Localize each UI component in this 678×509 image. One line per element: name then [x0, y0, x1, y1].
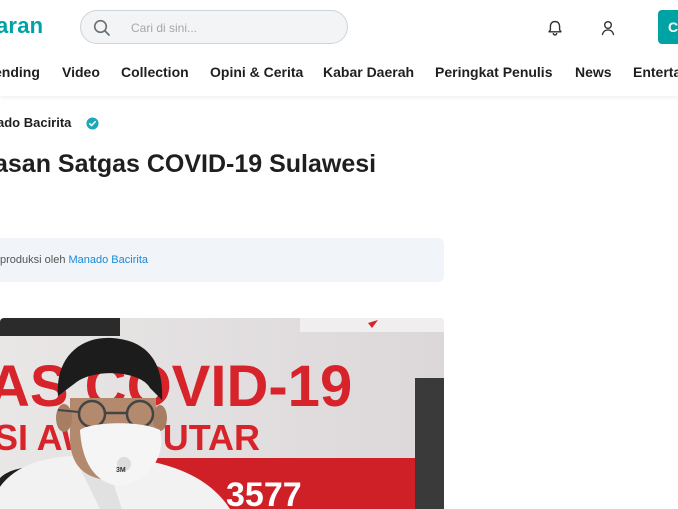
nav-item-trending[interactable]: ending: [0, 64, 40, 80]
search-bar[interactable]: [80, 10, 348, 44]
nav-item-opini-cerita[interactable]: Opini & Cerita: [210, 64, 303, 80]
nav-item-kabar-daerah[interactable]: Kabar Daerah: [323, 64, 414, 80]
verified-badge-icon: [86, 117, 99, 130]
bell-icon[interactable]: [545, 18, 565, 38]
article-title: asan Satgas COVID-19 Sulawesi: [0, 150, 377, 178]
nav-item-peringkat-penulis[interactable]: Peringkat Penulis: [435, 64, 552, 80]
site-header: aran C ending Video Collection Opini & C…: [0, 0, 678, 96]
content-info-box: produksi oleh Manado Bacirita: [0, 238, 444, 282]
search-input[interactable]: [129, 17, 333, 39]
content-info-text: produksi oleh Manado Bacirita: [0, 254, 148, 266]
nav-item-collection[interactable]: Collection: [121, 64, 189, 80]
create-button[interactable]: C: [658, 10, 678, 44]
article-photo-image: AS COVID-19 SI AWESI UTAR 3577 3M: [0, 318, 444, 509]
info-prefix: produksi oleh: [0, 254, 66, 266]
banner-number: 3577: [226, 476, 302, 509]
search-icon[interactable]: [92, 18, 112, 38]
info-author-link[interactable]: Manado Bacirita: [69, 254, 149, 266]
author-name[interactable]: ado Bacirita: [0, 115, 71, 130]
site-logo[interactable]: aran: [0, 13, 43, 39]
nav-item-news[interactable]: News: [575, 64, 612, 80]
nav-item-entertainment[interactable]: Enterta: [633, 64, 678, 80]
article-photo: AS COVID-19 SI AWESI UTAR 3577 3M: [0, 318, 444, 509]
nav-item-video[interactable]: Video: [62, 64, 100, 80]
banner-line-1: AS COVID-19: [0, 354, 352, 419]
user-icon[interactable]: [598, 18, 618, 38]
mask-mark: 3M: [116, 467, 126, 474]
